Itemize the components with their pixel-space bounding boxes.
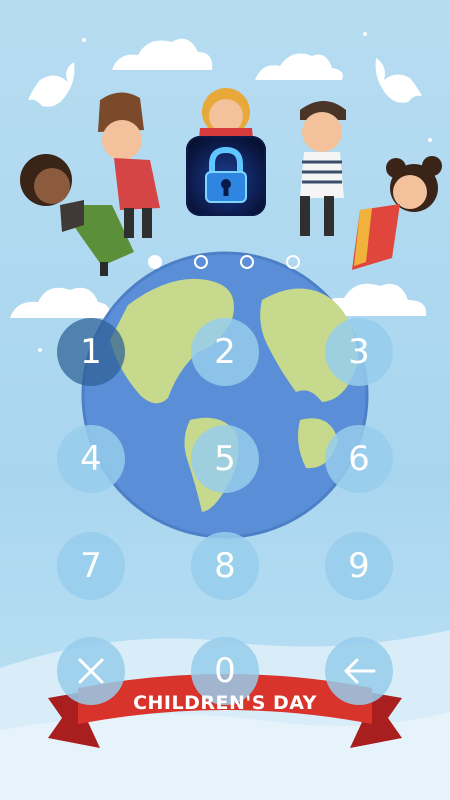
padlock-icon: [186, 136, 266, 216]
key-label: 0: [214, 651, 236, 691]
passcode-dots: [0, 251, 450, 277]
key-3[interactable]: 3: [325, 318, 393, 386]
key-9[interactable]: 9: [325, 532, 393, 600]
passcode-dot: [194, 255, 208, 269]
key-label: 2: [214, 332, 236, 372]
key-label: 5: [214, 439, 236, 479]
key-2[interactable]: 2: [191, 318, 259, 386]
key-1[interactable]: 1: [57, 318, 125, 386]
key-label: 9: [348, 546, 370, 586]
dove-right-icon: [375, 58, 422, 103]
key-5[interactable]: 5: [191, 425, 259, 493]
passcode-dot: [286, 255, 300, 269]
key-6[interactable]: 6: [325, 425, 393, 493]
key-label: 7: [80, 546, 102, 586]
key-7[interactable]: 7: [57, 532, 125, 600]
key-label: 4: [80, 439, 102, 479]
backspace-arrow-icon: [344, 658, 376, 684]
lock-screen: 1 2 3 4 5 6 7 8 9 0 CHILDREN'S DAY: [0, 0, 450, 800]
key-label: 1: [80, 332, 102, 372]
banner-title: CHILDREN'S DAY: [133, 692, 317, 714]
dove-left-icon: [28, 62, 75, 107]
key-8[interactable]: 8: [191, 532, 259, 600]
key-4[interactable]: 4: [57, 425, 125, 493]
key-label: 3: [348, 332, 370, 372]
key-label: 8: [214, 546, 236, 586]
close-icon: [78, 658, 104, 684]
passcode-dot: [148, 255, 162, 269]
key-label: 6: [348, 439, 370, 479]
passcode-dot: [240, 255, 254, 269]
